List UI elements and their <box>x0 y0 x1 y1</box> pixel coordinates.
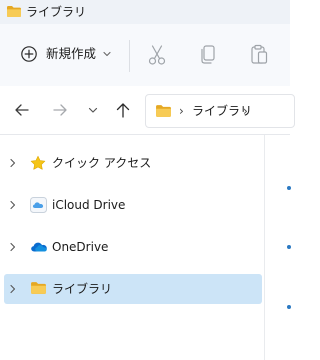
icloud-icon <box>30 197 47 213</box>
arrow-up-icon <box>116 103 130 118</box>
title-bar: ライブラリ <box>0 0 290 24</box>
chevron-right-icon[interactable] <box>9 158 17 168</box>
tree-item-label: OneDrive <box>52 240 109 254</box>
content-item-fragment[interactable] <box>287 305 291 309</box>
back-button[interactable] <box>12 100 32 120</box>
breadcrumb-separator[interactable]: › <box>243 104 248 118</box>
address-bar[interactable]: › ライブラリ › <box>145 94 295 128</box>
chevron-down-icon <box>103 51 111 57</box>
plus-circle-icon <box>21 46 37 62</box>
recent-locations-button[interactable] <box>83 100 103 120</box>
star-icon <box>30 155 46 170</box>
forward-button[interactable] <box>50 100 70 120</box>
arrow-right-icon <box>53 104 67 116</box>
up-button[interactable] <box>113 100 133 120</box>
window-title: ライブラリ <box>26 5 87 19</box>
tree-item-label: iCloud Drive <box>52 198 126 212</box>
folder-icon <box>156 105 171 117</box>
file-explorer-window: ライブラリ 新規作成 › ライブラリ › クイック アクセス iCloud Dr… <box>0 0 295 360</box>
scissors-icon <box>148 45 166 65</box>
folder-icon <box>31 282 46 294</box>
copy-button[interactable] <box>193 40 223 70</box>
tree-item-library[interactable]: ライブラリ <box>4 274 262 304</box>
chevron-down-icon <box>88 107 98 113</box>
navigation-row: › ライブラリ › <box>0 86 295 134</box>
chevron-right-icon[interactable] <box>9 242 17 252</box>
content-item-fragment[interactable] <box>287 245 291 249</box>
copy-icon <box>201 45 215 64</box>
paste-button[interactable] <box>244 40 274 70</box>
tree-item-label: クイック アクセス <box>52 156 152 170</box>
cut-button[interactable] <box>142 40 172 70</box>
chevron-right-icon[interactable] <box>9 200 17 210</box>
content-area <box>265 135 291 360</box>
navigation-pane: クイック アクセス iCloud Drive OneDrive ライブラリ <box>0 135 264 360</box>
chevron-right-icon[interactable] <box>9 284 17 294</box>
command-bar-divider <box>129 40 130 72</box>
new-item-button[interactable]: 新規作成 <box>14 36 118 72</box>
tree-item-quick-access[interactable]: クイック アクセス <box>4 148 262 178</box>
command-bar: 新規作成 <box>0 24 290 86</box>
breadcrumb-separator[interactable]: › <box>179 104 184 118</box>
folder-icon <box>7 6 21 17</box>
clipboard-icon <box>251 44 268 64</box>
onedrive-cloud-icon <box>31 242 47 252</box>
arrow-left-icon <box>15 104 29 116</box>
tree-item-label: ライブラリ <box>52 282 113 296</box>
tree-item-icloud-drive[interactable]: iCloud Drive <box>4 190 262 220</box>
content-item-fragment[interactable] <box>287 186 291 190</box>
new-item-label: 新規作成 <box>46 46 97 61</box>
tree-item-onedrive[interactable]: OneDrive <box>4 232 262 262</box>
